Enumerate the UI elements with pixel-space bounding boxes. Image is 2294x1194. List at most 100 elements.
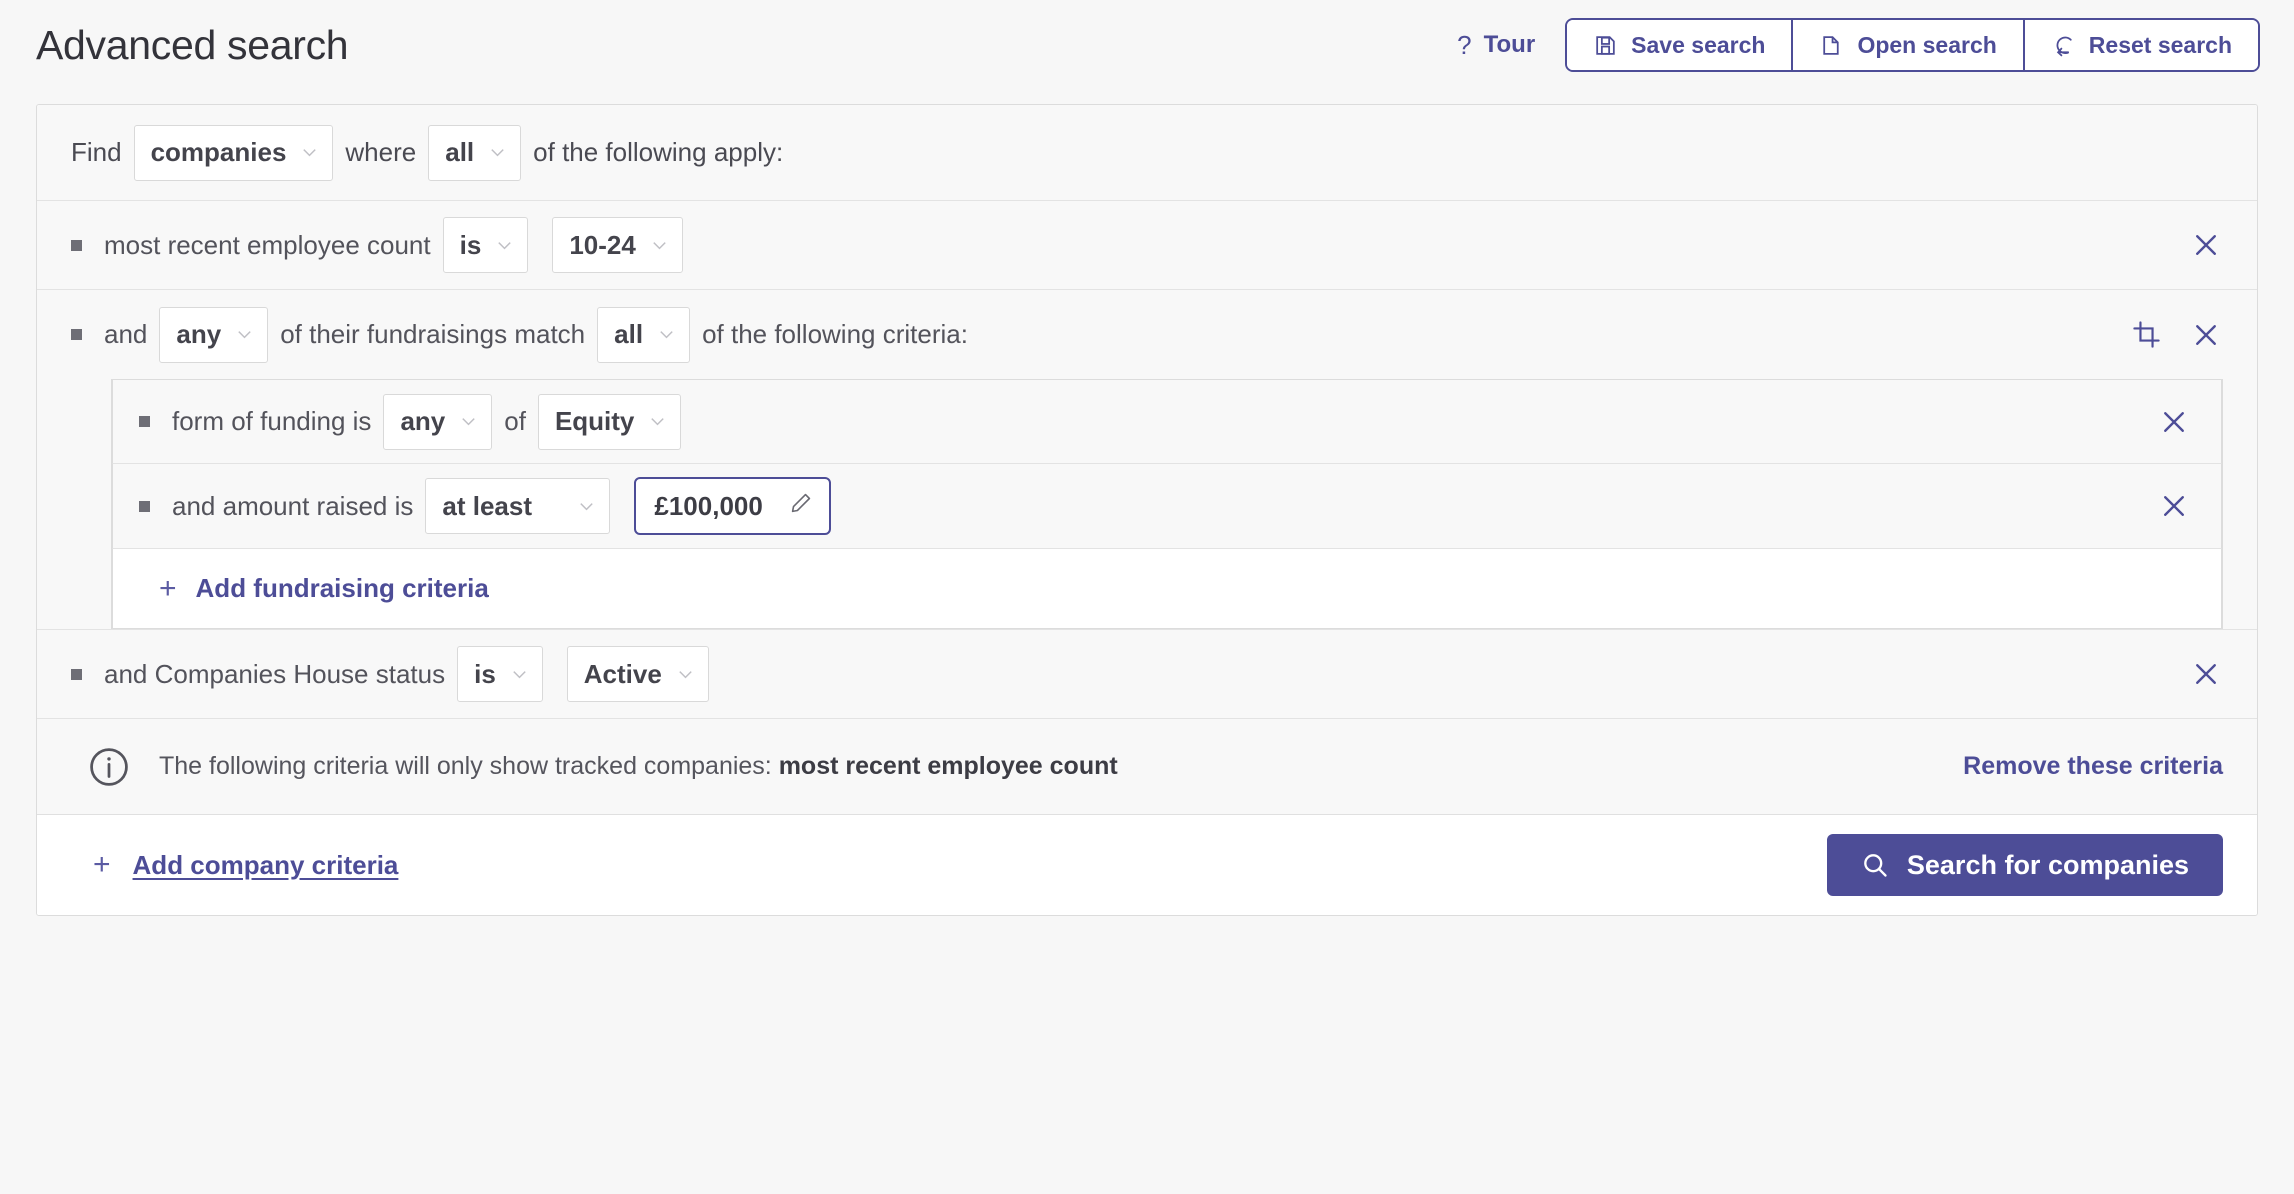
chevron-down-icon (577, 497, 596, 516)
add-company-criteria-button[interactable]: + Add company criteria (71, 850, 398, 881)
chevron-down-icon (495, 236, 514, 255)
reset-search-button[interactable]: Reset search (2024, 20, 2258, 70)
reset-arrow-icon (2051, 33, 2076, 58)
sub-criterion-value: Equity (554, 406, 635, 436)
question-mark-icon: ? (1457, 30, 1472, 60)
page-header: Advanced search ? Tour Save search Open … (0, 0, 2294, 90)
sub-criterion-operator-select[interactable]: any (383, 393, 493, 450)
add-fundraising-criteria-row: + Add fundraising criteria (112, 549, 2222, 629)
close-icon[interactable] (2157, 405, 2191, 439)
info-circle-icon (87, 745, 131, 789)
sub-criterion-operator-select[interactable]: at least (425, 478, 611, 534)
criterion-value: Active (583, 658, 662, 689)
sub-criterion-value-select[interactable]: Equity (537, 393, 682, 450)
sub-criterion-operator-value: any (400, 406, 446, 436)
criterion-operator-select[interactable]: is (457, 646, 543, 702)
find-middle-label: where (345, 137, 417, 167)
criterion-row-actions (2189, 228, 2223, 262)
reset-search-label: Reset search (2088, 31, 2232, 58)
chevron-down-icon (676, 665, 695, 684)
bullet-marker (139, 500, 150, 512)
sub-criterion-operator-value: at least (442, 490, 532, 521)
notice-text-bold: most recent employee count (778, 752, 1118, 780)
search-actions-button-group: Save search Open search Reset search (1565, 18, 2260, 72)
sub-criterion-connector-label: of (504, 406, 526, 436)
bullet-marker (139, 416, 150, 427)
nested-fundraising-group: and any of their fundraisings match all … (37, 290, 2257, 630)
nested-match-select[interactable]: all (597, 306, 691, 363)
folder-open-icon (1819, 33, 1844, 58)
criterion-label: most recent employee count (104, 229, 431, 260)
save-search-button[interactable]: Save search (1567, 20, 1794, 70)
sub-criterion-row-form-of-funding: form of funding is any of Equity (112, 379, 2222, 464)
nested-quantifier-value: any (176, 319, 222, 349)
chevron-down-icon (510, 665, 529, 684)
find-row: Find companies where all of the followin… (37, 105, 2257, 201)
sub-criterion-label: form of funding is (172, 406, 372, 436)
save-disk-icon (1593, 33, 1618, 58)
close-icon[interactable] (2157, 489, 2191, 523)
search-for-companies-button[interactable]: Search for companies (1826, 834, 2223, 896)
open-search-label: Open search (1857, 31, 1997, 58)
plus-icon: + (93, 848, 111, 881)
advanced-search-builder: Find companies where all of the followin… (36, 104, 2258, 916)
open-search-button[interactable]: Open search (1793, 20, 2025, 70)
search-for-companies-label: Search for companies (1906, 849, 2189, 880)
bullet-marker (71, 329, 82, 340)
find-match-value: all (445, 137, 475, 167)
close-icon[interactable] (2189, 228, 2223, 262)
entity-type-value: companies (150, 137, 287, 167)
nested-middle-label: of their fundraisings match (280, 319, 586, 349)
add-fundraising-criteria-label: Add fundraising criteria (195, 573, 489, 603)
nested-quantifier-select[interactable]: any (159, 306, 269, 363)
pencil-icon[interactable] (789, 491, 813, 522)
criterion-value: 10-24 (569, 229, 636, 260)
header-actions: ? Tour Save search Open search Reset sea… (1457, 18, 2260, 72)
entity-type-select[interactable]: companies (133, 124, 334, 181)
nested-suffix-label: of the following criteria: (702, 319, 968, 349)
bullet-marker (71, 668, 82, 680)
close-icon[interactable] (2189, 657, 2223, 691)
notice-text-prefix: The following criteria will only show tr… (159, 752, 779, 780)
criterion-row-companies-house-status: and Companies House status is Active (37, 630, 2257, 719)
criterion-label: and Companies House status (104, 658, 446, 689)
criterion-value-select[interactable]: Active (566, 646, 709, 702)
add-fundraising-criteria-button[interactable]: + Add fundraising criteria (139, 573, 489, 604)
nested-group-actions (2129, 318, 2223, 352)
find-match-select[interactable]: all (428, 124, 522, 181)
tracked-companies-notice: The following criteria will only show tr… (37, 719, 2257, 815)
chevron-down-icon (650, 236, 669, 255)
sub-criterion-row-amount-raised: and amount raised is at least £100,000 (112, 464, 2222, 549)
save-search-label: Save search (1631, 31, 1766, 58)
nested-prefix-label: and (104, 319, 148, 349)
nested-match-value: all (614, 319, 644, 349)
chevron-down-icon (657, 325, 676, 344)
close-icon[interactable] (2189, 318, 2223, 352)
plus-icon: + (159, 571, 177, 605)
chevron-down-icon (648, 412, 667, 431)
criterion-operator-value: is (459, 229, 482, 260)
chevron-down-icon (488, 143, 507, 162)
page-title: Advanced search (36, 21, 349, 68)
criterion-operator-value: is (474, 658, 496, 689)
chevron-down-icon (235, 325, 254, 344)
builder-footer: + Add company criteria Search for compan… (37, 815, 2257, 915)
criterion-operator-select[interactable]: is (442, 217, 529, 273)
find-prefix-label: Find (71, 137, 122, 167)
fundraising-subpanel: form of funding is any of Equity and amo… (111, 379, 2223, 629)
crop-icon[interactable] (2129, 318, 2163, 352)
notice-text: The following criteria will only show tr… (159, 752, 1118, 781)
bullet-marker (71, 239, 82, 251)
tour-button[interactable]: ? Tour (1457, 31, 1543, 59)
magnifier-icon (1861, 851, 1889, 879)
amount-raised-value: £100,000 (654, 490, 763, 521)
find-suffix-label: of the following apply: (533, 137, 784, 167)
nested-group-header-row: and any of their fundraisings match all … (37, 290, 2257, 379)
tour-label: Tour (1483, 31, 1536, 58)
sub-criterion-label: and amount raised is (172, 490, 414, 521)
amount-raised-input[interactable]: £100,000 (634, 477, 831, 535)
remove-criteria-button[interactable]: Remove these criteria (1963, 752, 2223, 781)
criterion-value-select[interactable]: 10-24 (552, 217, 683, 273)
chevron-down-icon (459, 412, 478, 431)
chevron-down-icon (300, 143, 319, 162)
